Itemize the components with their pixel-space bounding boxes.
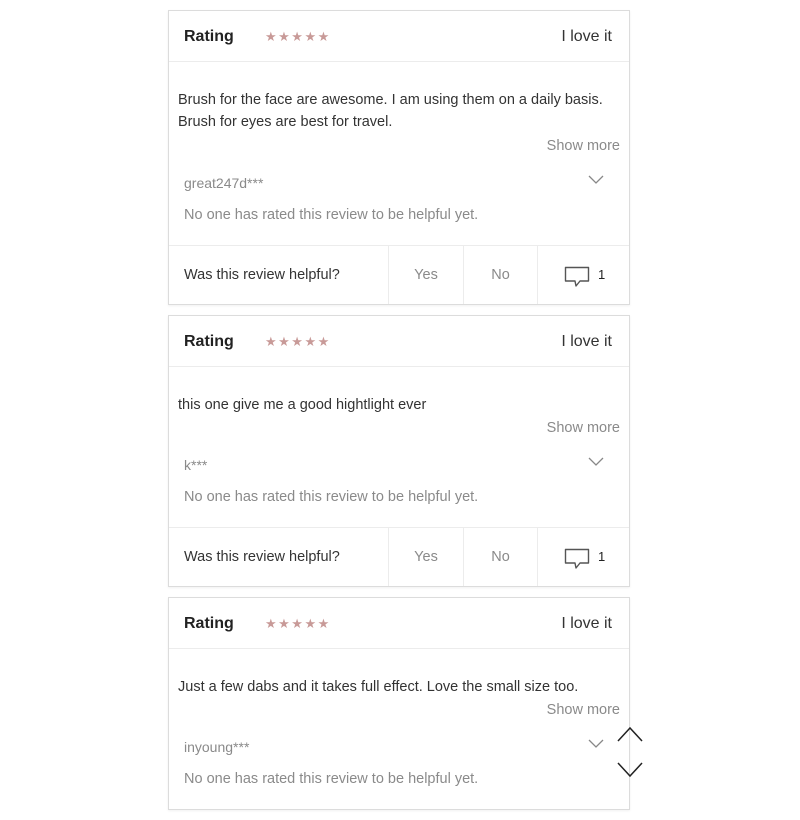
helpful-status: No one has rated this review to be helpf… [184, 489, 479, 505]
review-verdict: I love it [561, 615, 612, 632]
review-header: Rating ★★★★★ I love it [169, 316, 629, 367]
comments-button[interactable]: 1 [537, 246, 629, 304]
review-text: this one give me a good hightlight ever [178, 397, 427, 413]
review-text: Just a few dabs and it takes full effect… [178, 679, 579, 695]
show-more-link[interactable]: Show more [547, 138, 620, 154]
helpful-status: No one has rated this review to be helpf… [184, 207, 479, 223]
helpful-no-button[interactable]: No [463, 246, 537, 304]
show-more-link[interactable]: Show more [547, 702, 620, 718]
reviewer-username: great247d*** [184, 175, 264, 191]
comment-bubble-icon [564, 266, 590, 287]
helpful-no-button[interactable]: No [463, 528, 537, 586]
review-verdict: I love it [561, 333, 612, 350]
reviewer-username: inyoung*** [184, 739, 250, 755]
review-header: Rating ★★★★★ I love it [169, 11, 629, 62]
review-card: Rating ★★★★★ I love it this one give me … [168, 315, 630, 587]
helpful-yes-button[interactable]: Yes [388, 246, 463, 304]
review-header: Rating ★★★★★ I love it [169, 598, 629, 649]
scroll-arrows [616, 724, 644, 784]
review-verdict: I love it [561, 28, 612, 45]
helpful-status: No one has rated this review to be helpf… [184, 771, 479, 787]
review-list: Rating ★★★★★ I love it Brush for the fac… [168, 10, 630, 820]
arrow-up-icon[interactable] [616, 724, 644, 744]
review-card: Rating ★★★★★ I love it Brush for the fac… [168, 10, 630, 305]
review-card: Rating ★★★★★ I love it Just a few dabs a… [168, 597, 630, 810]
rating-label: Rating [184, 615, 234, 632]
arrow-down-icon[interactable] [616, 760, 644, 780]
chevron-down-icon[interactable] [588, 175, 604, 185]
review-body: Brush for the face are awesome. I am usi… [169, 62, 629, 245]
comment-bubble-icon [564, 548, 590, 569]
helpful-question: Was this review helpful? [184, 549, 340, 565]
review-text: Brush for the face are awesome. I am usi… [178, 92, 603, 130]
comments-button[interactable]: 1 [537, 528, 629, 586]
star-rating: ★★★★★ [265, 334, 331, 349]
chevron-down-icon[interactable] [588, 739, 604, 749]
star-rating: ★★★★★ [265, 616, 331, 631]
review-footer: Was this review helpful? Yes No 1 [169, 527, 629, 586]
show-more-link[interactable]: Show more [547, 420, 620, 436]
review-body: Just a few dabs and it takes full effect… [169, 649, 629, 809]
comment-count: 1 [598, 267, 606, 282]
star-rating: ★★★★★ [265, 29, 331, 44]
helpful-yes-button[interactable]: Yes [388, 528, 463, 586]
comment-count: 1 [598, 549, 606, 564]
rating-label: Rating [184, 333, 234, 350]
chevron-down-icon[interactable] [588, 457, 604, 467]
review-footer: Was this review helpful? Yes No 1 [169, 245, 629, 304]
rating-label: Rating [184, 28, 234, 45]
review-body: this one give me a good hightlight ever … [169, 367, 629, 527]
helpful-question: Was this review helpful? [184, 267, 340, 283]
reviewer-username: k*** [184, 457, 208, 473]
